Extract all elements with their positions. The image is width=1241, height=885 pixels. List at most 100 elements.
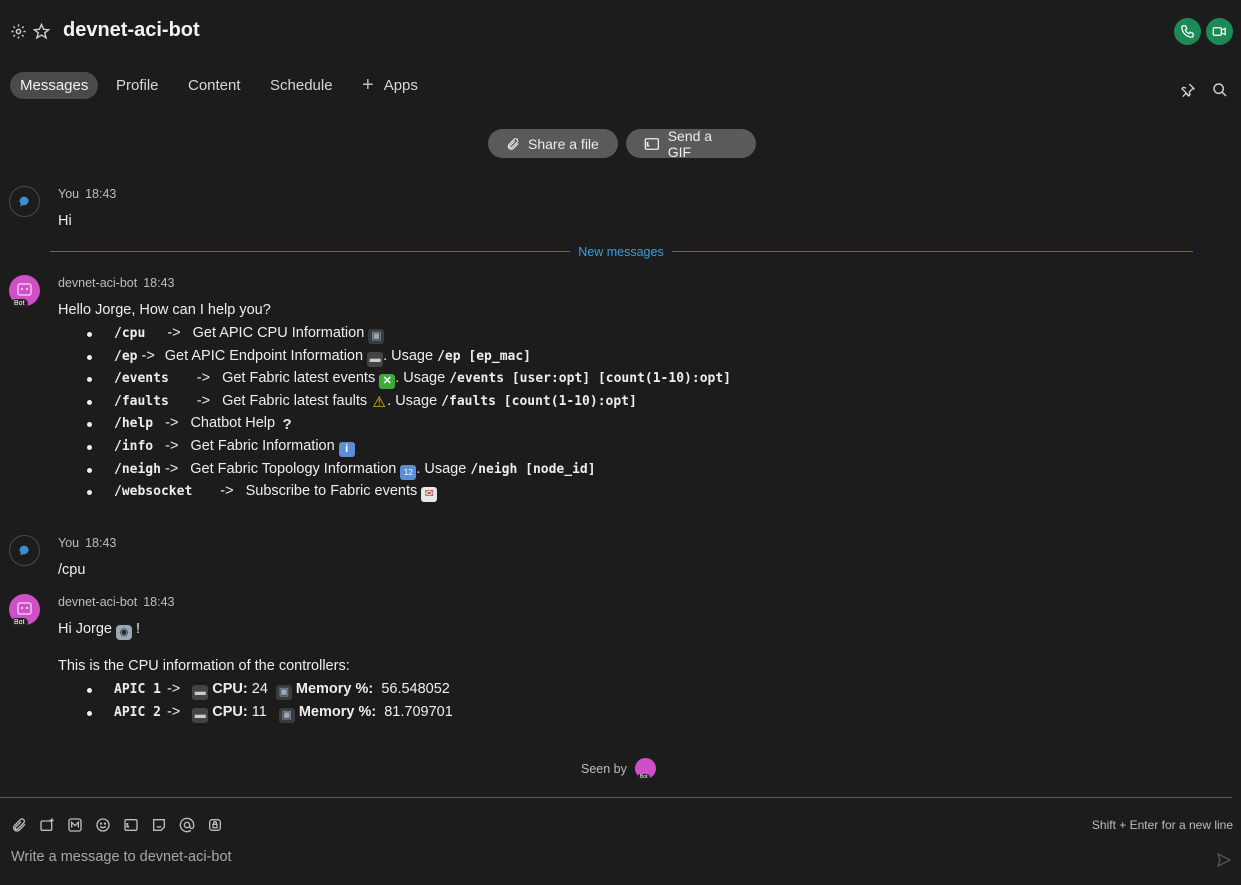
sender-name: devnet-aci-bot [58,595,138,609]
emoji-icon[interactable] [95,817,111,833]
usage-label: . Usage [416,460,467,477]
usage-label: . Usage [383,347,434,364]
seen-by: Seen by Bot [581,758,656,781]
greeting-end: ! [136,621,141,637]
avatar[interactable] [9,186,40,217]
message-meta: devnet-aci-bot 18:43 [58,595,175,609]
tab-profile[interactable]: Profile [106,72,169,99]
envelope-with-arrow-icon: ✉ [421,487,438,503]
command-desc: Subscribe to Fabric events [245,483,418,500]
cpu-value: 11 [251,703,267,720]
timestamp: 18:43 [85,536,117,550]
controller-name: APIC 1 [114,682,161,697]
list-item: APIC 1 -> ▬ CPU: 24 ▣ Memory %: 56.548052 [87,678,453,701]
command-desc: Get APIC CPU Information [192,325,365,341]
seen-by-label: Seen by [581,761,627,776]
send-icon[interactable] [1216,852,1232,873]
message-input[interactable] [11,849,1191,865]
sender-name: You [58,536,80,550]
list-item: /help -> Chatbot Help? [87,412,731,435]
floppy-disk-icon: ▣ [278,707,295,723]
arrow: -> [167,325,181,341]
controller-name: APIC 2 [114,704,161,720]
usage-syntax: /ep [ep_mac] [437,348,531,364]
command-name: /cpu [114,326,146,341]
robot-emoji-icon: ◉ [116,625,132,640]
command-list: /cpu -> Get APIC CPU Information ▣ /ep -> Get… [87,322,731,503]
mention-icon[interactable] [179,817,195,833]
command-desc: Get APIC Endpoint Information [164,347,364,364]
message-meta: devnet-aci-bot 18:43 [58,276,175,290]
cpu-label: CPU: [212,703,248,720]
tab-content[interactable]: Content [178,72,251,99]
list-item: /cpu -> Get APIC CPU Information ▣ [87,322,731,345]
sticker-icon[interactable] [151,817,167,833]
cpu-label: CPU: [212,681,248,697]
search-icon[interactable] [1212,82,1230,100]
new-messages-label: New messages [570,245,672,259]
controller-list: APIC 1 -> ▬ CPU: 24 ▣ Memory %: 56.548052 API… [87,678,453,723]
video-call-button[interactable] [1206,18,1233,45]
usage-label: . Usage [395,370,446,387]
command-desc: Chatbot Help [190,415,276,432]
arrow: -> [165,415,179,432]
screen-capture-icon[interactable] [39,817,55,833]
lock-icon[interactable] [207,817,223,833]
share-file-button[interactable]: Share a file [488,129,618,158]
tab-messages[interactable]: Messages [10,72,99,99]
gear-icon[interactable] [10,23,28,41]
paperclip-icon [507,137,519,150]
cpu-value: 24 [251,681,268,697]
bot-badge: Bot [11,299,28,308]
tab-apps-label: Apps [383,77,418,94]
timestamp: 18:43 [85,187,117,201]
send-gif-label: Send a GIF [667,127,713,160]
usage-syntax: /neigh [node_id] [470,461,596,477]
bot-avatar[interactable]: Bot [9,275,40,308]
warning-icon: ⚠ [372,393,386,411]
command-name: /help [114,416,154,432]
tab-apps[interactable]: + Apps [352,72,428,99]
chat-bubble-icon [19,196,29,207]
send-gif-button[interactable]: Send a GIF [626,127,756,160]
input-numbers-icon: 12 [400,464,417,480]
command-name: /ep [114,348,138,364]
information-icon: i [338,441,355,457]
floppy-disk-icon: ▣ [368,329,385,344]
tab-schedule[interactable]: Schedule [260,72,343,99]
phone-icon [1181,25,1194,38]
arrow: -> [220,483,234,500]
greeting-line: Hi Jorge ◉ ! [58,621,140,640]
arrow: -> [196,370,211,387]
gif-icon [644,137,660,150]
message-text: Hello Jorge, How can I help you? [58,302,271,318]
pin-icon[interactable] [1180,82,1198,100]
command-name: /events [114,371,169,387]
usage-syntax: /faults [count(1-10):opt] [441,393,637,409]
audio-call-button[interactable] [1174,18,1201,45]
message-text: /cpu [58,562,86,578]
bot-avatar[interactable]: Bot [9,594,40,627]
list-item: /events -> Get Fabric latest events ✕. Usag… [87,367,731,390]
gif-icon[interactable] [123,817,139,833]
list-item: /faults -> Get Fabric latest faults ⚠. Usag… [87,390,731,413]
command-desc: Get Fabric Topology Information [190,460,397,477]
list-item: /ep -> Get APIC Endpoint Information ▬. Usa… [87,345,731,368]
avatar[interactable] [9,535,40,566]
markdown-icon[interactable] [67,817,83,833]
usage-label: . Usage [387,392,438,409]
memory-label: Memory %: [295,681,374,697]
command-name: /info [114,438,154,454]
laptop-icon: ▬ [367,351,384,367]
bot-avatar-small[interactable]: Bot [634,758,656,781]
list-item: /neigh -> Get Fabric Topology Information 1… [87,458,731,481]
plus-icon: + [362,74,374,96]
arrow: -> [164,460,179,477]
composer-hint: Shift + Enter for a new line [1091,818,1233,832]
cross-mark-icon: ✕ [379,374,396,390]
video-camera-icon [1212,27,1226,36]
sender-name: devnet-aci-bot [58,276,138,290]
message-meta: You 18:43 [58,536,116,550]
star-icon[interactable] [32,22,51,41]
paperclip-icon[interactable] [11,817,27,833]
